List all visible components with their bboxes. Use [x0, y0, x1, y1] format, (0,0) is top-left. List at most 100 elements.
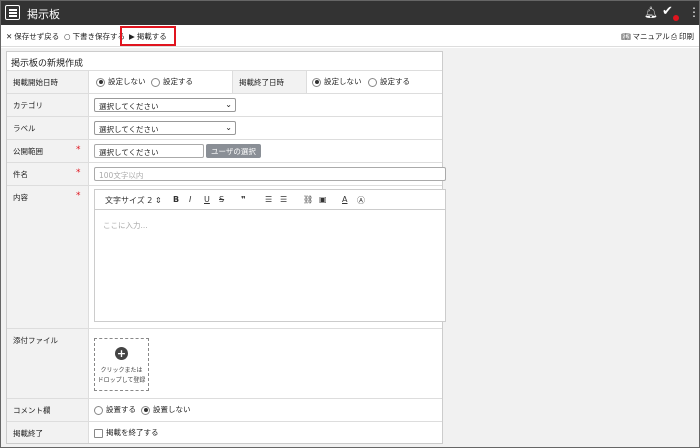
- title-bar: 掲示板 🔔︎ ✔ ⋮: [1, 1, 700, 25]
- checkbox-icon[interactable]: [94, 428, 103, 438]
- scope-input[interactable]: 選択してください: [94, 144, 204, 158]
- rich-text-editor[interactable]: 文字サイズ 2 ⇕ B I U S ❞ ☰ ☰ ⛓ ▣ A Ⓐ ここに入力...: [94, 189, 446, 322]
- body-label: 内容: [13, 193, 28, 202]
- row-subject: 件名 * 100文字以内: [7, 162, 446, 185]
- dropzone-text-1: クリックまたは: [100, 367, 143, 374]
- printer-icon: ⎙: [671, 32, 677, 41]
- end-opt-off[interactable]: 設定しない: [312, 76, 362, 87]
- finish-label: 掲載終了: [13, 429, 43, 438]
- select-user-button[interactable]: ユーザの選択: [206, 144, 261, 158]
- required-mark: *: [76, 145, 81, 155]
- chevron-down-icon: ⌄: [225, 100, 232, 109]
- label-field-label: ラベル: [13, 124, 36, 133]
- notification-dot: [673, 15, 679, 21]
- row-body: 内容 * 文字サイズ 2 ⇕ B I U S ❞ ☰ ☰ ⛓ ▣ A Ⓐ ここに…: [7, 185, 446, 328]
- row-comment: コメント欄 設置する 設置しない: [7, 398, 442, 421]
- app-window: 掲示板 🔔︎ ✔ ⋮ ✕ 保存せず戻る ○ 下書き保存する ▶ 掲載する 📖︎ マニュア…: [0, 0, 700, 448]
- radio-icon[interactable]: [141, 405, 150, 415]
- row-label: ラベル 選択してください ⌄: [7, 116, 442, 139]
- publish-label: 掲載する: [136, 32, 167, 41]
- end-label: 掲載終了日時: [239, 78, 284, 87]
- radio-icon[interactable]: [96, 77, 105, 87]
- nosave-button[interactable]: ✕ 保存せず戻る: [6, 31, 59, 42]
- link-icon[interactable]: ⛓: [303, 195, 313, 204]
- toolbar: ✕ 保存せず戻る ○ 下書き保存する ▶ 掲載する 📖︎ マニュアル ⎙ 印刷: [1, 25, 699, 47]
- row-finish: 掲載終了 掲載を終了する: [7, 421, 442, 443]
- comment-opt-off-label: 設置しない: [153, 405, 191, 414]
- dropzone-text-2: ドロップして登録: [97, 377, 146, 384]
- italic-icon[interactable]: I: [189, 195, 191, 204]
- publish-button[interactable]: ▶ 掲載する: [129, 31, 167, 42]
- label-cell: 公開範囲 *: [7, 140, 89, 162]
- more-options-icon[interactable]: ⋮: [688, 5, 700, 19]
- manual-button[interactable]: 📖︎ マニュアル: [621, 31, 670, 42]
- category-value: 選択してください: [99, 102, 159, 111]
- subject-input[interactable]: 100文字以内: [94, 167, 446, 181]
- draft-button[interactable]: ○ 下書き保存する: [64, 31, 125, 42]
- book-icon: 📖︎: [621, 32, 631, 41]
- end-opt-off-label: 設定しない: [324, 77, 362, 86]
- category-select[interactable]: 選択してください ⌄: [94, 98, 236, 112]
- print-button[interactable]: ⎙ 印刷: [671, 31, 694, 42]
- subject-label: 件名: [13, 170, 28, 179]
- check-icon[interactable]: ✔: [662, 4, 673, 19]
- row-scope: 公開範囲 * 選択してください ユーザの選択: [7, 139, 442, 162]
- quote-icon[interactable]: ❞: [241, 195, 246, 204]
- start-opt-on-label: 設定する: [163, 77, 193, 86]
- image-icon[interactable]: ▣: [319, 195, 327, 204]
- bold-icon[interactable]: B: [173, 195, 179, 204]
- text-color-icon[interactable]: A: [342, 195, 347, 204]
- plus-icon: +: [115, 347, 128, 360]
- radio-icon[interactable]: [151, 77, 160, 87]
- draft-label: 下書き保存する: [72, 32, 126, 41]
- label-value: 選択してください: [99, 125, 159, 134]
- play-icon: ▶: [129, 32, 135, 41]
- scope-label: 公開範囲: [13, 147, 43, 156]
- comment-label: コメント欄: [13, 406, 51, 415]
- label-cell: 添付ファイル: [7, 329, 89, 398]
- editor-toolbar: 文字サイズ 2 ⇕ B I U S ❞ ☰ ☰ ⛓ ▣ A Ⓐ: [95, 190, 445, 210]
- font-size-label: 文字サイズ 2: [105, 196, 153, 205]
- bell-icon[interactable]: 🔔︎: [644, 6, 658, 19]
- bullet-list-icon[interactable]: ☰: [280, 195, 287, 204]
- label-cell: ラベル: [7, 117, 89, 139]
- radio-icon[interactable]: [368, 77, 377, 87]
- finish-checkbox[interactable]: 掲載を終了する: [94, 427, 159, 438]
- label-cell: 掲載終了日時: [232, 71, 307, 93]
- content-area: 掲示板の新規作成 掲載開始日時 設定しない 設定する 掲載終了日時 設定しない …: [1, 48, 699, 447]
- label-cell: 件名 *: [7, 163, 89, 185]
- row-datetime: 掲載開始日時 設定しない 設定する 掲載終了日時 設定しない 設定する: [7, 70, 442, 93]
- menu-icon[interactable]: [5, 5, 20, 20]
- print-label: 印刷: [679, 32, 694, 41]
- end-opt-on-label: 設定する: [380, 77, 410, 86]
- strikethrough-icon[interactable]: S: [219, 195, 224, 204]
- label-cell: 掲載終了: [7, 422, 89, 443]
- radio-icon[interactable]: [94, 405, 103, 415]
- label-cell: コメント欄: [7, 399, 89, 421]
- close-icon: ✕: [6, 32, 13, 41]
- label-select[interactable]: 選択してください ⌄: [94, 121, 236, 135]
- row-attachment: 添付ファイル + クリックまたは ドロップして登録: [7, 328, 442, 398]
- end-opt-on[interactable]: 設定する: [368, 76, 410, 87]
- editor-placeholder: ここに入力...: [103, 221, 148, 230]
- start-label: 掲載開始日時: [13, 78, 58, 87]
- ordered-list-icon[interactable]: ☰: [265, 195, 272, 204]
- form-panel: 掲示板の新規作成 掲載開始日時 設定しない 設定する 掲載終了日時 設定しない …: [6, 51, 446, 444]
- start-opt-off[interactable]: 設定しない: [96, 76, 146, 87]
- radio-icon[interactable]: [312, 77, 321, 87]
- start-opt-on[interactable]: 設定する: [151, 76, 193, 87]
- comment-opt-on[interactable]: 設置する: [94, 404, 136, 415]
- app-title: 掲示板: [27, 8, 60, 21]
- start-opt-off-label: 設定しない: [108, 77, 146, 86]
- manual-label: マニュアル: [632, 32, 670, 41]
- font-size-dropdown[interactable]: 文字サイズ 2 ⇕: [105, 195, 162, 206]
- underline-icon[interactable]: U: [204, 195, 210, 204]
- clear-format-icon[interactable]: Ⓐ: [357, 195, 365, 206]
- label-cell: カテゴリ: [7, 94, 89, 116]
- file-dropzone[interactable]: + クリックまたは ドロップして登録: [94, 338, 149, 391]
- label-cell: 内容 *: [7, 186, 89, 328]
- finish-checkbox-label: 掲載を終了する: [106, 428, 159, 437]
- page-title: 掲示板の新規作成: [11, 59, 84, 69]
- chevron-down-icon: ⌄: [225, 123, 232, 132]
- comment-opt-off[interactable]: 設置しない: [141, 404, 191, 415]
